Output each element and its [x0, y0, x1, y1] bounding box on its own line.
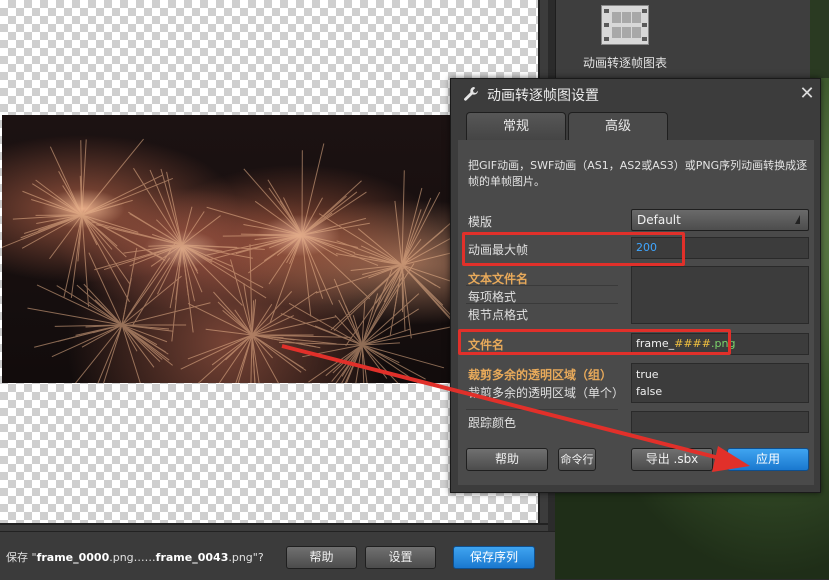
annotation-arrow [0, 0, 829, 579]
arrow-line [282, 346, 727, 460]
arrow-head [712, 446, 750, 472]
